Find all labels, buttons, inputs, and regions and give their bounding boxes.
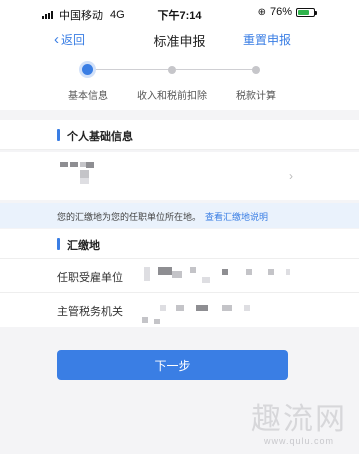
step-dot-income bbox=[168, 66, 176, 74]
redacted-block bbox=[176, 305, 184, 311]
redacted-block bbox=[158, 267, 172, 275]
tax-authority-field-row[interactable]: 主管税务机关 bbox=[0, 293, 359, 327]
employer-label: 任职受雇单位 bbox=[57, 272, 123, 284]
remit-location-header: 汇缴地 bbox=[0, 229, 359, 259]
redacted-block bbox=[154, 319, 160, 324]
tax-authority-label: 主管税务机关 bbox=[57, 306, 123, 318]
section-marker bbox=[57, 129, 60, 141]
watermark-logo: 趣流网 bbox=[251, 402, 347, 437]
redacted-block bbox=[286, 269, 290, 275]
rotation-lock-icon: ⊕ bbox=[257, 6, 266, 18]
remit-location-note: 您的汇缴地为您的任职单位所在地。 查看汇缴地说明 bbox=[0, 203, 359, 228]
redacted-block bbox=[202, 277, 210, 283]
step-label-income: 收入和税前扣除 bbox=[137, 91, 207, 102]
personal-info-title: 个人基础信息 bbox=[67, 131, 133, 143]
redacted-block bbox=[222, 305, 232, 311]
redacted-block bbox=[144, 267, 150, 281]
redacted-block bbox=[268, 269, 274, 275]
redacted-block bbox=[172, 271, 182, 278]
personal-info-card[interactable]: › bbox=[0, 152, 359, 200]
site-watermark: 趣流网 www.qulu.com bbox=[251, 402, 347, 447]
remit-location-help-link[interactable]: 查看汇缴地说明 bbox=[205, 212, 268, 222]
employer-field-row[interactable]: 任职受雇单位 bbox=[0, 259, 359, 293]
step-label-tax: 税款计算 bbox=[236, 91, 276, 102]
step-dot-tax bbox=[252, 66, 260, 74]
step-connector bbox=[176, 69, 256, 70]
redacted-block bbox=[160, 305, 166, 311]
step-connector bbox=[90, 69, 172, 70]
redacted-block bbox=[70, 162, 78, 167]
section-marker bbox=[57, 238, 60, 250]
personal-info-header: 个人基础信息 bbox=[0, 120, 359, 150]
navigation-bar: ‹ 返回 标准申报 重置申报 bbox=[0, 24, 359, 54]
chevron-right-icon: › bbox=[289, 169, 293, 183]
redacted-block bbox=[244, 305, 250, 311]
redacted-block bbox=[60, 162, 68, 167]
redacted-block bbox=[80, 170, 89, 178]
note-text: 您的汇缴地为您的任职单位所在地。 bbox=[57, 212, 202, 222]
status-bar: 中国移动 4G 下午7:14 ⊕ 76% bbox=[0, 0, 359, 24]
page-title: 标准申报 bbox=[153, 34, 206, 49]
redacted-block bbox=[222, 269, 228, 275]
status-right: ⊕ 76% bbox=[257, 6, 317, 18]
step-dot-basic-info bbox=[82, 64, 93, 75]
redacted-block bbox=[80, 178, 89, 184]
watermark-url: www.qulu.com bbox=[263, 436, 335, 446]
battery-percent: 76% bbox=[269, 6, 292, 18]
redacted-block bbox=[246, 269, 252, 275]
redacted-block bbox=[142, 317, 148, 323]
redacted-block bbox=[86, 162, 94, 168]
remit-location-title: 汇缴地 bbox=[67, 240, 100, 252]
redacted-block bbox=[196, 305, 208, 311]
step-progress: 基本信息 收入和税前扣除 税款计算 bbox=[0, 54, 359, 110]
redacted-block bbox=[190, 267, 196, 273]
next-step-button[interactable]: 下一步 bbox=[57, 350, 288, 380]
battery-icon bbox=[296, 7, 317, 17]
reset-declaration-button[interactable]: 重置申报 bbox=[243, 31, 291, 48]
step-label-basic-info: 基本信息 bbox=[68, 91, 108, 102]
